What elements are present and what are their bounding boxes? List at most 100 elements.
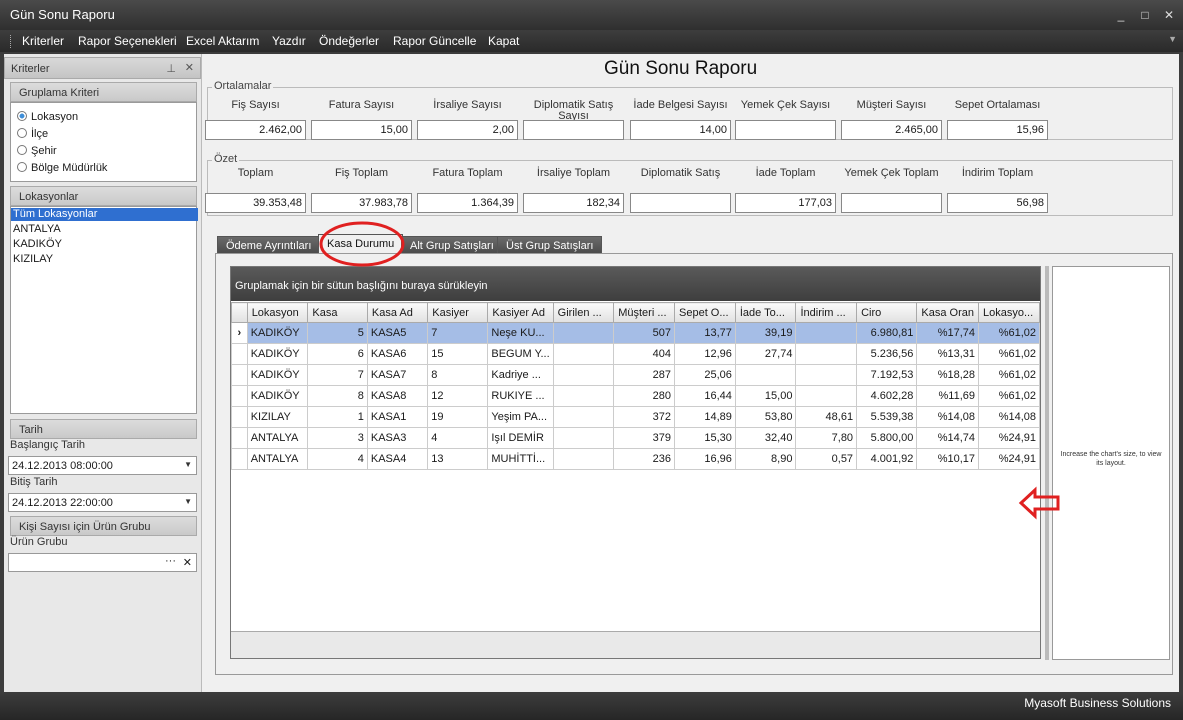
table-cell: %10,17 xyxy=(916,448,980,470)
table-row[interactable]: KADIKÖY 6 KASA6 15 BEGUM Y... 404 12,96 27,74 5.… xyxy=(231,343,1040,365)
annotation-ellipse xyxy=(319,221,405,267)
ortalamalar-label-0: Fiş Sayısı xyxy=(231,99,280,111)
ortalamalar-value-7: 15,96 xyxy=(947,120,1048,140)
group-panel[interactable]: Gruplamak için bir sütun başlığını buray… xyxy=(231,267,1040,301)
ozet-value-5: 177,03 xyxy=(735,193,836,213)
end-date-picker[interactable]: 24.12.2013 22:00:00 ▼ xyxy=(8,493,197,512)
table-cell xyxy=(552,448,615,470)
table-cell: 280 xyxy=(613,385,675,407)
radio-sehir[interactable]: Şehir xyxy=(17,145,57,157)
column-header[interactable]: Girilen ... xyxy=(552,302,615,323)
ortalamalar-value-4: 14,00 xyxy=(630,120,731,140)
table-cell: ANTALYA xyxy=(246,427,309,449)
radio-bolge-mudurluk[interactable]: Bölge Müdürlük xyxy=(17,162,107,174)
table-cell: 5.800,00 xyxy=(856,427,918,449)
column-header[interactable]: Kasa Ad xyxy=(366,302,429,323)
column-header[interactable]: Sepet O... xyxy=(674,302,736,323)
table-row[interactable]: › KADIKÖY 5 KASA5 7 Neşe KU... 507 13,77 39,19 6.… xyxy=(231,322,1040,344)
table-cell: KIZILAY xyxy=(246,406,309,428)
table-row[interactable]: KADIKÖY 7 KASA7 8 Kadriye ... 287 25,06 7.192,5… xyxy=(231,364,1040,386)
table-cell: 507 xyxy=(613,322,675,344)
minimize-button[interactable]: _ xyxy=(1110,6,1132,24)
menu-rapor-secenekleri[interactable]: Rapor Seçenekleri xyxy=(78,34,177,48)
menu-kriterler[interactable]: Kriterler xyxy=(22,34,64,48)
table-cell: %13,31 xyxy=(916,343,980,365)
column-header[interactable]: Kasiyer xyxy=(427,302,489,323)
ellipsis-icon[interactable]: ··· xyxy=(165,555,176,567)
table-row[interactable]: ANTALYA 3 KASA3 4 Işıl DEMİR 379 15,30 32,40 7,8… xyxy=(231,427,1040,449)
list-item[interactable]: KADIKÖY xyxy=(11,238,198,251)
menu-ondegerler[interactable]: Öndeğerler xyxy=(319,34,379,48)
ozet-label-1: Fiş Toplam xyxy=(335,167,388,179)
grid-table: Lokasyon Kasa Kasa Ad Kasiyer Kasiyer Ad Giri… xyxy=(231,302,1040,470)
pin-icon[interactable]: ⊥ xyxy=(166,62,176,75)
table-cell: KADIKÖY xyxy=(246,343,309,365)
maximize-button[interactable]: □ xyxy=(1134,6,1156,24)
column-header[interactable]: İade To... xyxy=(734,302,797,323)
row-indicator xyxy=(231,364,248,386)
criteria-panel: Kriterler ⊥ ✕ Gruplama Kriteri Lokasyon … xyxy=(4,54,202,692)
tab-odeme-ayrintilari[interactable]: Ödeme Ayrıntıları xyxy=(217,236,321,254)
table-cell: 3 xyxy=(307,427,368,449)
column-header[interactable]: Müşteri ... xyxy=(613,302,675,323)
radio-on-icon xyxy=(17,111,27,121)
table-row[interactable]: KADIKÖY 8 KASA8 12 RUKIYE ... 280 16,44 15,00 4.… xyxy=(231,385,1040,407)
ozet-label-5: İade Toplam xyxy=(755,167,816,179)
table-cell: KADIKÖY xyxy=(246,364,309,386)
table-cell: 15,00 xyxy=(734,385,797,407)
table-cell: 4.001,92 xyxy=(856,448,918,470)
table-cell: ANTALYA xyxy=(246,448,309,470)
tab-ust-grup-satislari[interactable]: Üst Grup Satışları xyxy=(497,236,603,254)
radio-lokasyon[interactable]: Lokasyon xyxy=(17,111,78,123)
column-header[interactable]: Kasiyer Ad xyxy=(487,302,554,323)
radio-ilce[interactable]: İlçe xyxy=(17,128,48,140)
dropdown-arrow-icon[interactable]: ▼ xyxy=(184,460,192,469)
tarih-header: Tarih xyxy=(10,419,197,439)
ozet-title: Özet xyxy=(212,153,240,165)
row-indicator xyxy=(231,385,248,407)
splitter[interactable] xyxy=(1045,266,1049,660)
table-cell: 7,80 xyxy=(795,427,858,449)
table-cell: %24,91 xyxy=(978,427,1040,449)
tab-alt-grup-satislari[interactable]: Alt Grup Satışları xyxy=(401,236,503,254)
menu-excel-aktarim[interactable]: Excel Aktarım xyxy=(186,34,259,48)
table-row[interactable]: ANTALYA 4 KASA4 13 MUHİTTİ... 236 16,96 8,90 0,5… xyxy=(231,448,1040,470)
ortalamalar-title: Ortalamalar xyxy=(212,80,274,92)
report-title: Gün Sonu Raporu xyxy=(604,58,758,79)
list-item[interactable]: ANTALYA xyxy=(11,223,198,236)
start-date-picker[interactable]: 24.12.2013 08:00:00 ▼ xyxy=(8,456,197,475)
table-cell: BEGUM Y... xyxy=(487,343,554,365)
ortalamalar-label-2: İrsaliye Sayısı xyxy=(433,99,502,111)
gruplama-header: Gruplama Kriteri xyxy=(10,82,197,102)
menu-overflow-icon[interactable]: ▼ xyxy=(1168,34,1177,44)
column-header[interactable]: İndirim ... xyxy=(795,302,858,323)
table-cell: Kadriye ... xyxy=(487,364,554,386)
table-cell: 4 xyxy=(427,427,489,449)
table-cell: %61,02 xyxy=(978,343,1040,365)
row-indicator xyxy=(231,427,248,449)
urun-grubu-input[interactable]: ··· ✕ xyxy=(8,553,197,572)
ortalamalar-label-3: Diplomatik Satış Sayısı xyxy=(533,99,614,122)
table-row[interactable]: KIZILAY 1 KASA1 19 Yeşim PA... 372 14,89 53,80 4… xyxy=(231,406,1040,428)
list-item[interactable]: Tüm Lokasyonlar xyxy=(11,208,198,221)
criteria-panel-title: Kriterler xyxy=(11,63,50,75)
close-panel-icon[interactable]: ✕ xyxy=(185,61,194,74)
table-cell: 8 xyxy=(427,364,489,386)
main-area: Kriterler ⊥ ✕ Gruplama Kriteri Lokasyon … xyxy=(4,54,1179,692)
column-header[interactable]: Kasa xyxy=(307,302,368,323)
menu-kapat[interactable]: Kapat xyxy=(488,34,519,48)
end-date-label: Bitiş Tarih xyxy=(10,476,58,488)
column-header[interactable]: Lokasyo... xyxy=(978,302,1040,323)
close-button[interactable]: ✕ xyxy=(1158,6,1180,24)
clear-icon[interactable]: ✕ xyxy=(183,556,192,569)
column-header[interactable]: Kasa Oran xyxy=(916,302,980,323)
column-header[interactable]: Ciro xyxy=(856,302,918,323)
list-item[interactable]: KIZILAY xyxy=(11,253,198,266)
column-header[interactable]: Lokasyon xyxy=(246,302,309,323)
menu-yazdir[interactable]: Yazdır xyxy=(272,34,306,48)
row-indicator xyxy=(231,406,248,428)
table-cell: RUKIYE ... xyxy=(487,385,554,407)
table-cell xyxy=(795,385,858,407)
menu-rapor-guncelle[interactable]: Rapor Güncelle xyxy=(393,34,476,48)
dropdown-arrow-icon[interactable]: ▼ xyxy=(184,497,192,506)
